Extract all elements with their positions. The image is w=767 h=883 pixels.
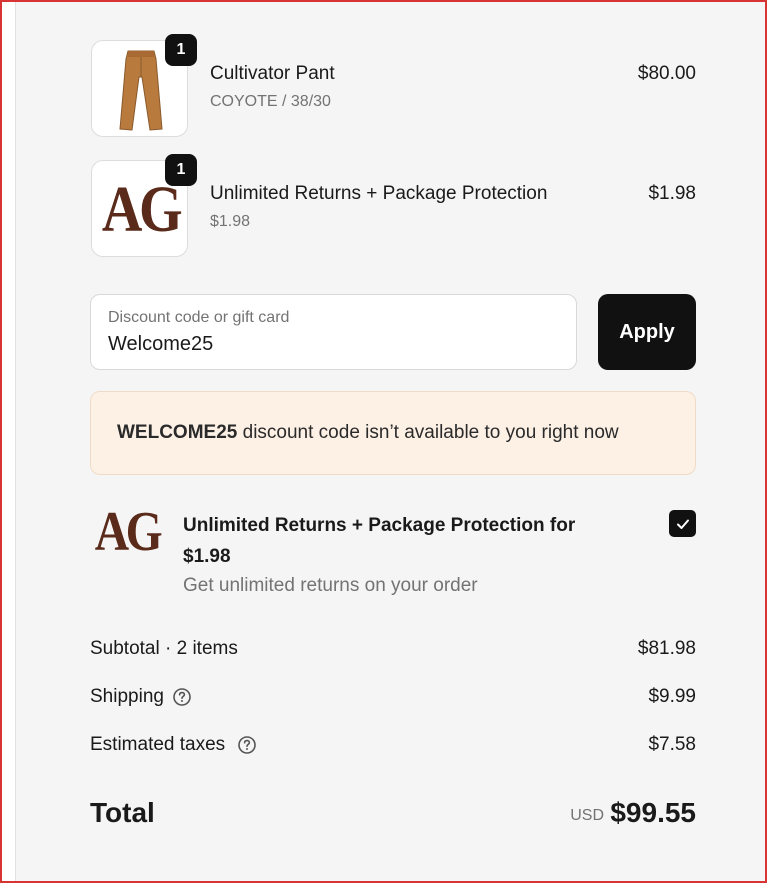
shipping-label: Shipping — [90, 686, 164, 707]
item-variant: $1.98 — [210, 213, 251, 230]
shipping-value: $9.99 — [648, 686, 696, 707]
line-item: 1 Cultivator Pant COYOTE / 38/30 $80.00 — [90, 34, 696, 138]
order-summary-panel: 1 Cultivator Pant COYOTE / 38/30 $80.00 … — [15, 2, 765, 881]
apply-button[interactable]: Apply — [598, 294, 696, 370]
notice-message: discount code isn’t available to you rig… — [237, 422, 619, 443]
offer-title: Unlimited Returns + Package Protection f… — [183, 515, 576, 567]
ag-logo: AG — [94, 501, 163, 563]
discount-notice: WELCOME25 discount code isn’t available … — [90, 391, 696, 475]
currency-code: USD — [570, 807, 604, 824]
item-price: $1.98 — [648, 183, 696, 204]
checkmark-icon — [676, 519, 689, 529]
total-row: Total USD $99.55 — [90, 797, 696, 837]
shipping-row: Shipping $9.99 — [90, 686, 696, 716]
protection-checkbox[interactable] — [669, 510, 696, 537]
protection-offer: AG Unlimited Returns + Package Protectio… — [90, 501, 696, 602]
total-label: Total — [90, 797, 155, 828]
offer-description: Get unlimited returns on your order — [183, 575, 478, 596]
item-variant: COYOTE / 38/30 — [210, 93, 331, 110]
product-thumbnail: 1 — [91, 34, 197, 137]
line-item: AG 1 Unlimited Returns + Package Protect… — [90, 154, 696, 258]
taxes-value: $7.58 — [648, 734, 696, 755]
quantity-badge: 1 — [165, 34, 197, 66]
subtotal-row: Subtotal · 2 items $81.98 — [90, 638, 696, 668]
notice-code: WELCOME25 — [117, 422, 238, 443]
item-price: $80.00 — [637, 63, 696, 84]
discount-field-label: Discount code or gift card — [108, 309, 290, 326]
product-thumbnail: AG 1 — [91, 154, 197, 257]
taxes-row: Estimated taxes $7.58 — [90, 734, 696, 764]
total-value: $99.55 — [610, 797, 696, 828]
subtotal-value: $81.98 — [637, 638, 696, 659]
taxes-label: Estimated taxes — [90, 734, 226, 755]
subtotal-label: Subtotal · 2 items — [90, 638, 238, 659]
item-name: Unlimited Returns + Package Protection — [210, 183, 548, 204]
discount-field-value[interactable]: Welcome25 — [108, 333, 213, 356]
quantity-badge: 1 — [165, 154, 197, 186]
help-icon[interactable] — [237, 735, 257, 755]
discount-field[interactable]: Discount code or gift card Welcome25 — [90, 294, 577, 370]
help-icon[interactable] — [172, 687, 192, 707]
item-name: Cultivator Pant — [210, 63, 335, 84]
